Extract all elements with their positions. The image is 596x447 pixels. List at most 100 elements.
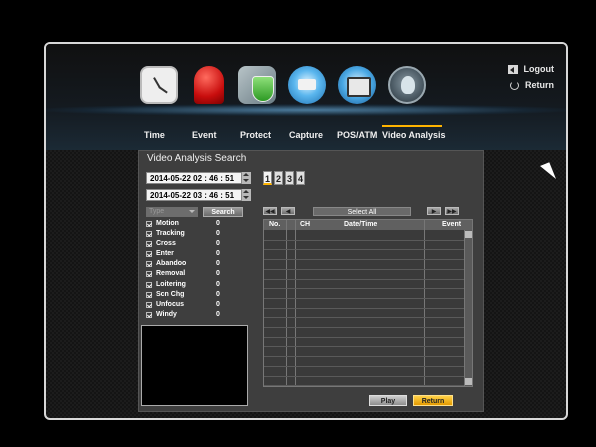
checkbox[interactable] bbox=[146, 231, 152, 238]
tab-pos-atm[interactable]: POS/ATM bbox=[337, 130, 377, 140]
scroll-up-icon[interactable] bbox=[465, 231, 472, 238]
preview-window bbox=[141, 325, 248, 406]
select-all-button[interactable]: Select All bbox=[313, 207, 411, 216]
checkbox[interactable] bbox=[146, 221, 152, 227]
table-row[interactable] bbox=[264, 356, 464, 358]
tab-event[interactable]: Event bbox=[192, 130, 217, 140]
table-row[interactable] bbox=[264, 278, 464, 280]
scroll-down-icon[interactable] bbox=[465, 378, 472, 385]
column-divider bbox=[286, 220, 287, 386]
last-page-icon[interactable]: ▶▶ bbox=[445, 207, 459, 215]
event-row-unfocus[interactable]: Unfocus 0 bbox=[146, 300, 242, 310]
alarm-light-icon[interactable] bbox=[194, 66, 224, 104]
event-label: Unfocus bbox=[156, 300, 184, 308]
column-header-event: Event bbox=[442, 221, 462, 228]
return-button[interactable]: Return bbox=[413, 395, 453, 406]
return-icon bbox=[510, 80, 519, 90]
table-row[interactable] bbox=[264, 385, 464, 387]
table-row[interactable] bbox=[264, 346, 464, 348]
column-header-no: No. bbox=[269, 221, 281, 228]
first-page-icon[interactable]: ◀◀ bbox=[263, 207, 277, 215]
shield-icon[interactable] bbox=[238, 66, 276, 104]
logout-icon bbox=[507, 64, 518, 74]
event-label: Motion bbox=[156, 220, 179, 227]
event-label: Removal bbox=[156, 270, 186, 278]
clock-icon[interactable] bbox=[140, 66, 178, 104]
checkbox[interactable] bbox=[146, 271, 152, 278]
event-label: Abandoo bbox=[156, 260, 187, 268]
event-label: Cross bbox=[156, 240, 176, 248]
event-row-abandon[interactable]: Abandoo 0 bbox=[146, 259, 242, 269]
tab-video-analysis[interactable]: Video Analysis bbox=[382, 130, 446, 140]
channel-4-button[interactable]: 4 bbox=[296, 171, 305, 185]
channel-2-button[interactable]: 2 bbox=[274, 171, 283, 185]
table-row[interactable] bbox=[264, 297, 464, 299]
logout-link[interactable]: Logout bbox=[507, 64, 554, 74]
event-row-motion[interactable]: Motion 0 bbox=[146, 219, 242, 229]
search-button[interactable]: Search bbox=[203, 207, 243, 217]
pos-atm-icon[interactable] bbox=[338, 66, 376, 104]
event-row-cross[interactable]: Cross 0 bbox=[146, 239, 242, 249]
checkbox[interactable] bbox=[146, 291, 152, 298]
event-type-select[interactable]: Type bbox=[146, 207, 198, 217]
checkbox[interactable] bbox=[146, 261, 152, 268]
return-label: Return bbox=[525, 80, 554, 90]
event-count: 0 bbox=[216, 240, 220, 248]
table-row[interactable] bbox=[264, 365, 464, 367]
end-datetime-field[interactable]: 2014-05-22 03 : 46 : 51 bbox=[146, 189, 251, 201]
checkbox[interactable] bbox=[146, 311, 152, 318]
table-row[interactable] bbox=[264, 307, 464, 309]
play-button[interactable]: Play bbox=[369, 395, 407, 406]
table-row[interactable] bbox=[264, 268, 464, 270]
table-row[interactable] bbox=[264, 317, 464, 319]
channel-1-button[interactable]: 1 bbox=[263, 171, 272, 185]
event-label: Tracking bbox=[156, 230, 185, 238]
event-row-scene-change[interactable]: Scn Chg 0 bbox=[146, 290, 242, 300]
next-page-icon[interactable]: ▶ bbox=[427, 207, 441, 215]
event-count: 0 bbox=[216, 300, 220, 308]
end-datetime-spinner[interactable] bbox=[242, 189, 251, 201]
event-row-enter[interactable]: Enter 0 bbox=[146, 249, 242, 259]
prev-page-icon[interactable]: ◀ bbox=[281, 207, 295, 215]
table-row[interactable] bbox=[264, 288, 464, 290]
tab-capture[interactable]: Capture bbox=[289, 130, 323, 140]
tab-protect[interactable]: Protect bbox=[240, 130, 271, 140]
column-divider bbox=[295, 220, 296, 386]
panel-title: Video Analysis Search bbox=[147, 153, 247, 164]
event-count: 0 bbox=[216, 270, 220, 278]
checkbox[interactable] bbox=[146, 241, 152, 248]
channel-3-button[interactable]: 3 bbox=[285, 171, 294, 185]
event-row-removal[interactable]: Removal 0 bbox=[146, 269, 242, 279]
checkbox[interactable] bbox=[146, 301, 152, 308]
event-label: Scn Chg bbox=[156, 290, 185, 298]
table-row[interactable] bbox=[264, 249, 464, 251]
table-row[interactable] bbox=[264, 336, 464, 338]
event-count: 0 bbox=[216, 220, 220, 227]
video-analysis-search-panel: Video Analysis Search 2014-05-22 02 : 46… bbox=[138, 150, 484, 412]
checkbox[interactable] bbox=[146, 281, 152, 288]
event-count: 0 bbox=[216, 290, 220, 298]
event-count: 0 bbox=[216, 230, 220, 238]
video-analysis-icon[interactable] bbox=[388, 66, 426, 104]
table-row[interactable] bbox=[264, 239, 464, 241]
return-link[interactable]: Return bbox=[510, 80, 554, 90]
event-count: 0 bbox=[216, 250, 220, 258]
column-header-datetime: Date/Time bbox=[344, 221, 378, 228]
event-count: 0 bbox=[216, 310, 220, 318]
table-row[interactable] bbox=[264, 375, 464, 377]
event-row-tracking[interactable]: Tracking 0 bbox=[146, 229, 242, 239]
start-datetime-spinner[interactable] bbox=[242, 172, 251, 184]
event-row-loitering[interactable]: Loitering 0 bbox=[146, 280, 242, 290]
start-datetime-value: 2014-05-22 02 : 46 : 51 bbox=[150, 174, 235, 183]
tab-time[interactable]: Time bbox=[144, 130, 165, 140]
event-row-windy[interactable]: Windy 0 bbox=[146, 310, 242, 320]
event-filter-list: Motion 0 Tracking 0 Cross 0 Enter 0 Abandoo 0… bbox=[146, 219, 242, 320]
results-table: No. CH Date/Time Event bbox=[263, 219, 473, 387]
start-datetime-field[interactable]: 2014-05-22 02 : 46 : 51 bbox=[146, 172, 251, 184]
capture-icon[interactable] bbox=[288, 66, 326, 104]
checkbox[interactable] bbox=[146, 251, 152, 258]
table-scrollbar[interactable] bbox=[464, 230, 472, 386]
event-label: Windy bbox=[156, 310, 177, 318]
table-row[interactable] bbox=[264, 259, 464, 261]
table-row[interactable] bbox=[264, 327, 464, 328]
